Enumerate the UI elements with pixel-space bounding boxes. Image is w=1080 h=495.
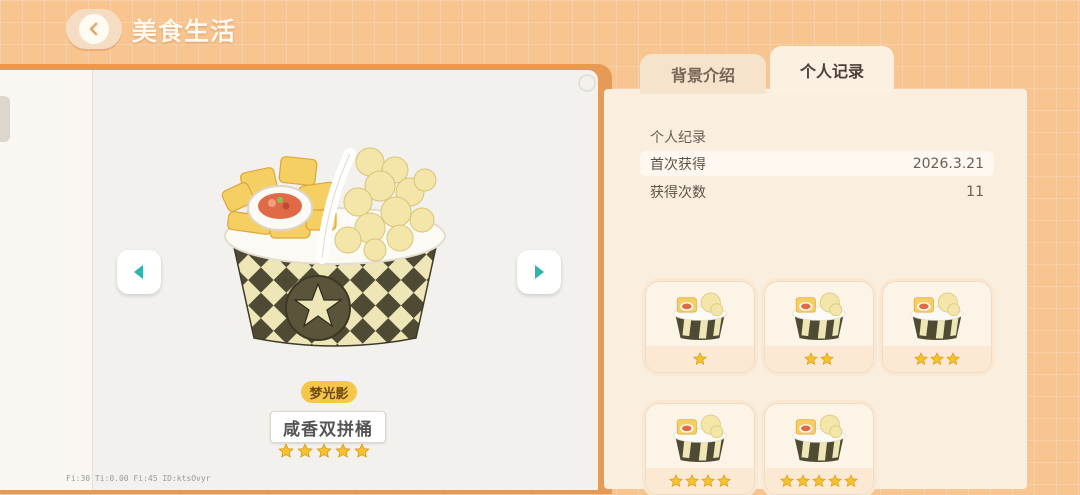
book-left-page (0, 70, 93, 490)
record-row-obtain-count: 获得次数 11 (640, 179, 994, 204)
variant-food-image (765, 288, 873, 344)
star-icon (297, 443, 313, 458)
record-label: 首次获得 (650, 156, 706, 173)
triangle-right-icon (535, 265, 544, 279)
record-value: 11 (966, 183, 984, 200)
star-icon (930, 352, 944, 366)
debug-info: Fi:30 Ti:0.00 Fi:45 ID:ktsOvyr (66, 474, 211, 483)
record-value: 2026.3.21 (912, 155, 984, 172)
triangle-left-icon (134, 265, 143, 279)
variant-card[interactable] (882, 281, 992, 373)
variant-food-image (883, 288, 991, 344)
next-food-button[interactable] (517, 250, 561, 294)
variant-food-image (646, 410, 754, 466)
star-icon (693, 352, 707, 366)
variant-card[interactable] (764, 281, 874, 373)
star-icon (946, 352, 960, 366)
variant-food-image (646, 288, 754, 344)
food-image (210, 140, 460, 352)
page-title: 美食生活 (132, 17, 237, 46)
variant-card[interactable] (645, 281, 755, 373)
record-label: 获得次数 (650, 184, 706, 201)
record-title: 个人纪录 (650, 130, 706, 146)
star-icon (820, 352, 834, 366)
tab-personal-record[interactable]: 个人记录 (770, 46, 894, 94)
variant-star-rating (646, 346, 754, 372)
variant-star-rating (765, 468, 873, 494)
variant-food-image (765, 410, 873, 466)
book-side-tab[interactable] (0, 96, 10, 142)
star-icon (914, 352, 928, 366)
back-button[interactable] (66, 9, 122, 49)
prev-food-button[interactable] (117, 250, 161, 294)
variant-star-rating (765, 346, 873, 372)
variant-card[interactable] (764, 403, 874, 495)
food-name: 咸香双拼桶 (270, 411, 386, 443)
variant-star-rating (883, 346, 991, 372)
variant-card[interactable] (645, 403, 755, 495)
variant-star-rating (646, 468, 754, 494)
chevron-left-icon (79, 14, 109, 44)
page-corner-icon (578, 74, 596, 92)
rarity-badge: 梦光影 (301, 381, 357, 403)
star-icon (354, 443, 370, 458)
star-icon (316, 443, 332, 458)
star-icon (804, 352, 818, 366)
star-icon (335, 443, 351, 458)
star-icon (278, 443, 294, 458)
food-star-rating (278, 443, 370, 459)
tab-background-intro[interactable]: 背景介绍 (640, 54, 766, 94)
record-row-first-obtained: 首次获得 2026.3.21 (640, 151, 994, 176)
